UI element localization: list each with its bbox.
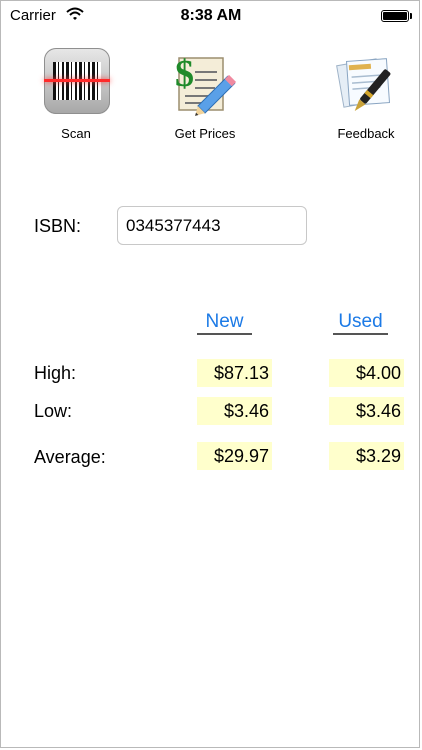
price-list-icon: $ [175,53,237,116]
price-low-used: $3.46 [329,397,404,425]
row-label-low: Low: [34,401,73,421]
barcode-scanner-icon [44,48,110,116]
row-label-average: Average: [34,447,106,467]
column-header-used[interactable]: Used [333,311,388,333]
status-time: 8:38 AM [180,7,242,24]
scan-label: Scan [61,126,91,141]
isbn-label: ISBN: [34,216,82,236]
scan-button[interactable]: Scan [21,44,131,144]
column-underline-used [333,333,388,335]
svg-text:$: $ [175,53,194,95]
column-underline-new [197,333,252,335]
feedback-pen-icon [336,58,391,111]
price-low-new: $3.46 [197,397,272,425]
price-high-new: $87.13 [197,359,272,387]
price-high-used: $4.00 [329,359,404,387]
get-prices-button[interactable]: $ Get Prices [150,44,260,144]
get-prices-label: Get Prices [174,126,236,141]
feedback-label: Feedback [337,126,395,141]
battery-nub [410,13,412,19]
price-average-used: $3.29 [329,442,404,470]
status-bar: Carrier 8:38 AM [0,0,422,30]
price-average-new: $29.97 [197,442,272,470]
row-label-high: High: [34,363,77,383]
feedback-button[interactable]: Feedback [311,44,421,144]
isbn-input[interactable] [117,206,307,245]
battery-icon [381,10,409,22]
column-header-new[interactable]: New [197,311,252,333]
